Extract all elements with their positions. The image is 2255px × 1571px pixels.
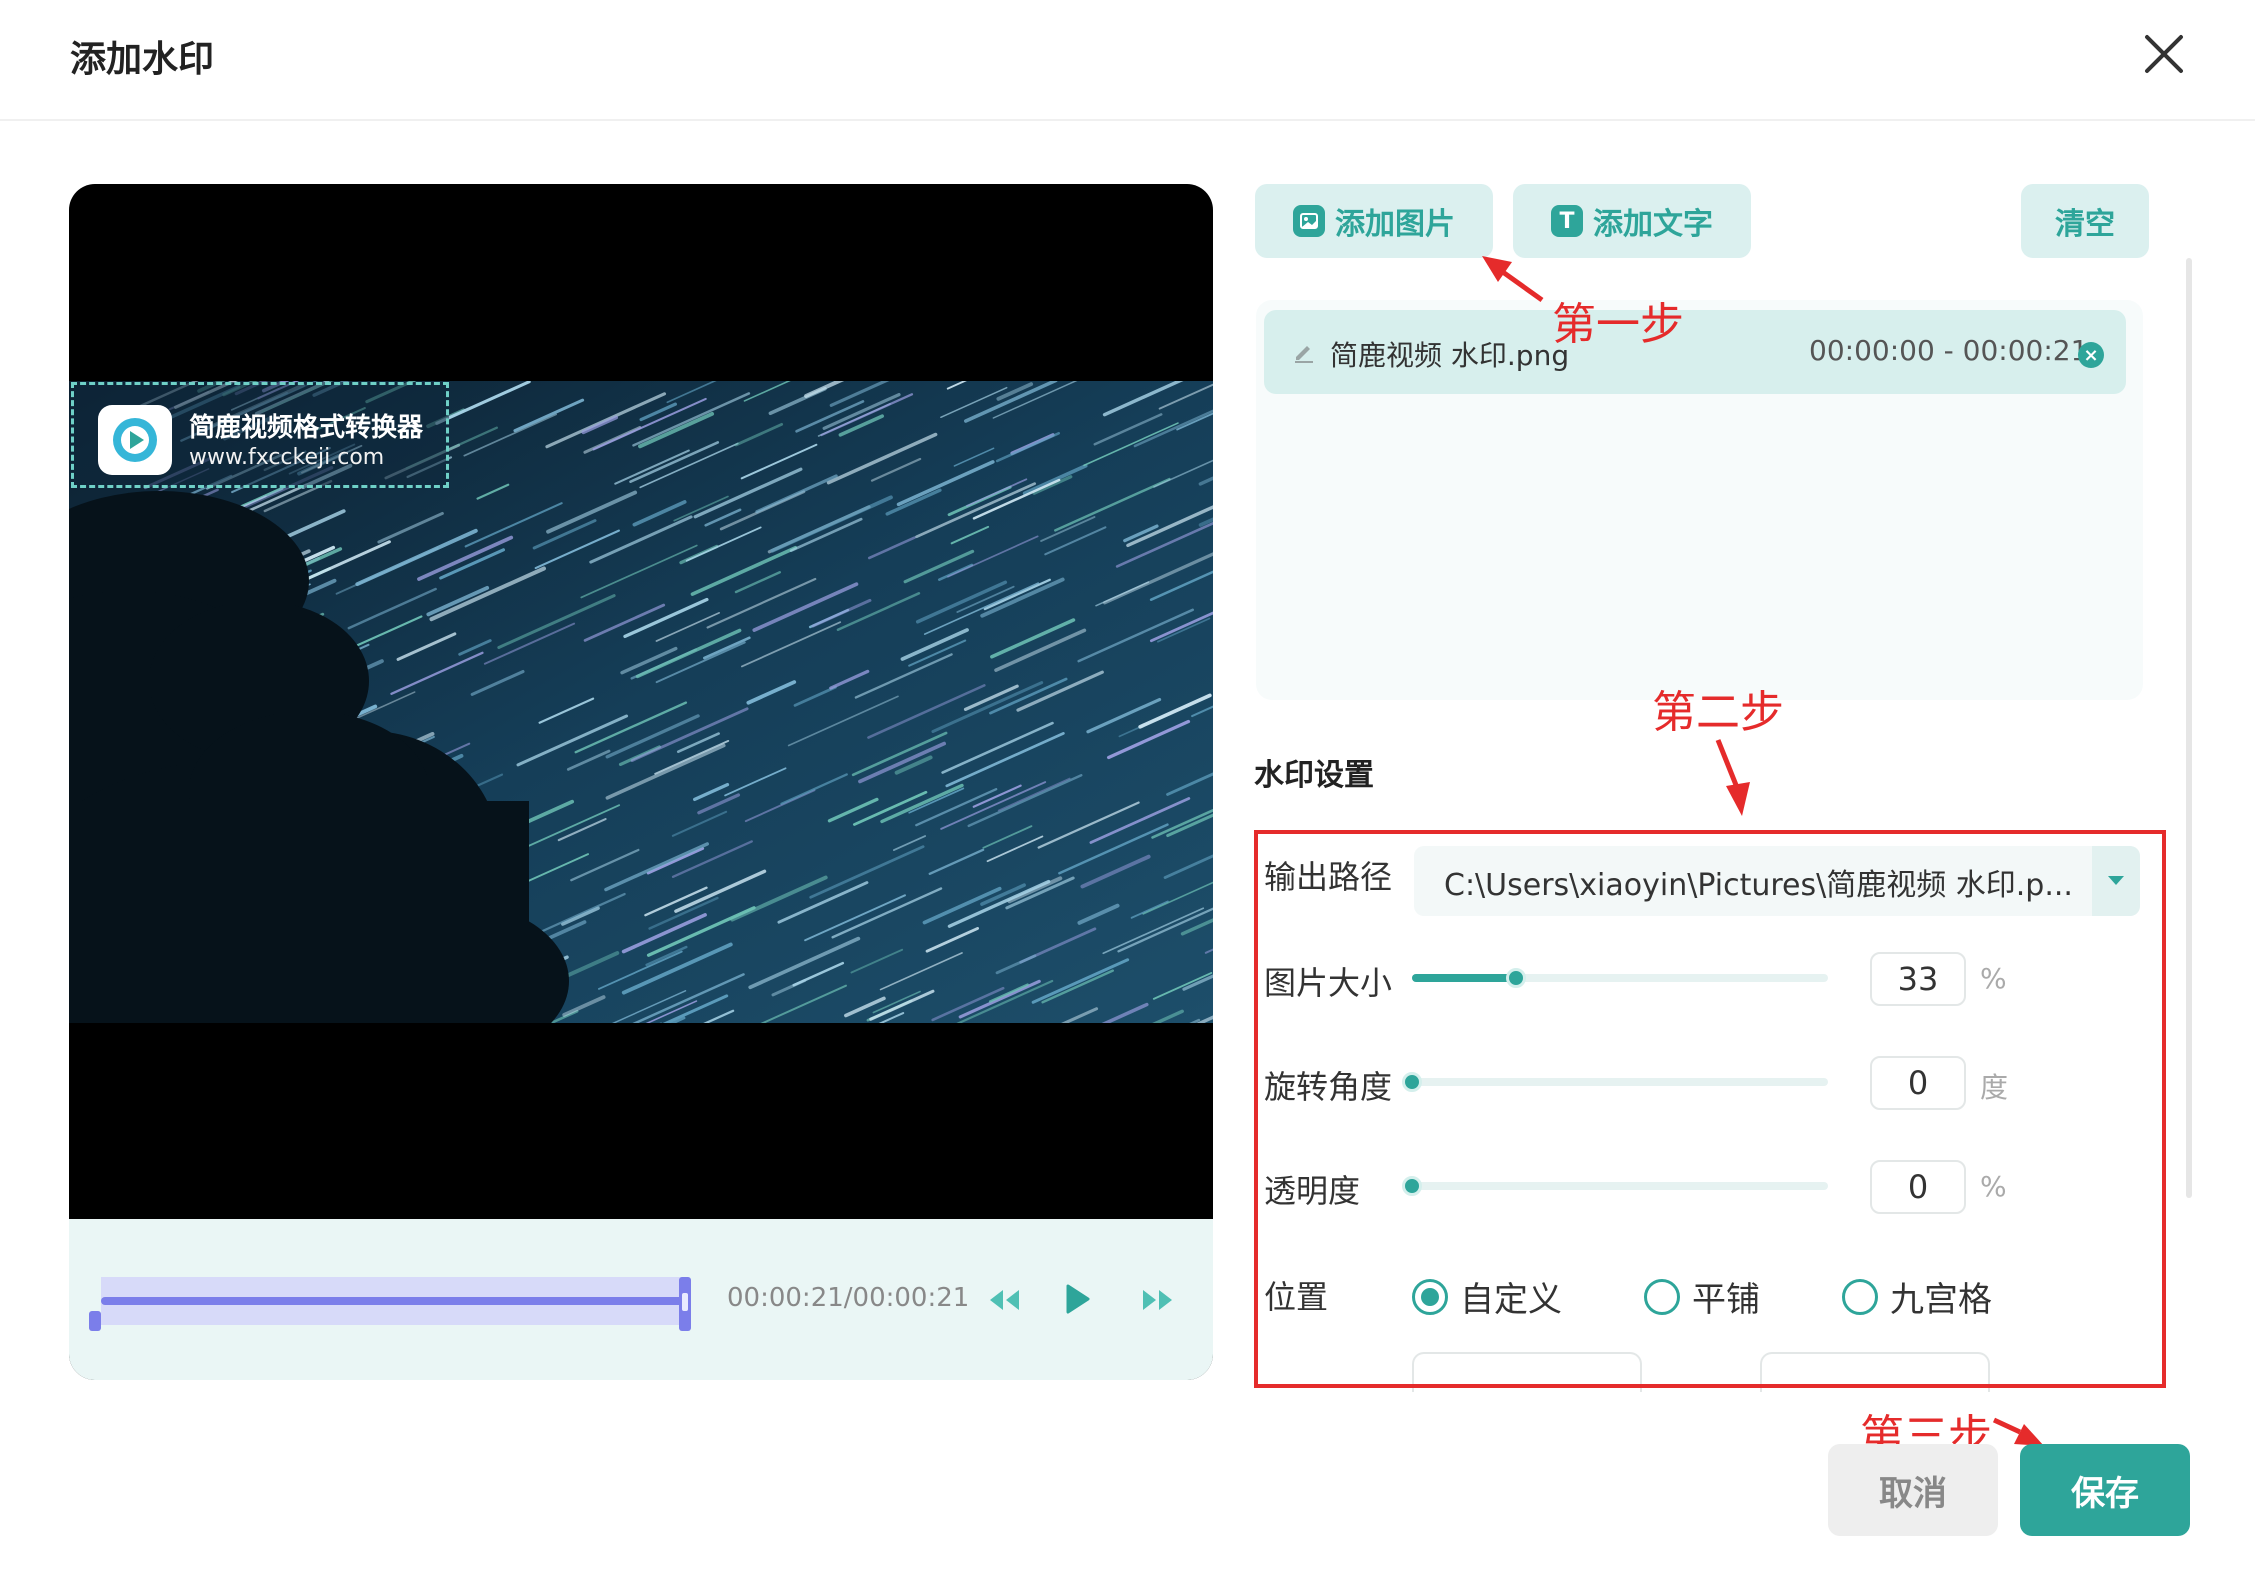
add-text-label: 添加文字	[1593, 199, 1713, 243]
playback-time: 00:00:21/00:00:21	[727, 1283, 969, 1313]
add-text-button[interactable]: T 添加文字	[1513, 184, 1751, 258]
trim-start-handle[interactable]	[89, 1311, 101, 1331]
watermark-list: 简鹿视频 水印.png 00:00:00 - 00:00:21 ×	[1256, 300, 2143, 700]
dialog-title: 添加水印	[70, 30, 214, 82]
trim-end-handle[interactable]	[679, 1277, 691, 1331]
remove-icon[interactable]: ×	[2078, 342, 2104, 368]
annotation-step2: 第二步	[1652, 676, 1784, 740]
text-icon: T	[1551, 205, 1583, 237]
add-image-label: 添加图片	[1335, 199, 1455, 243]
timeline-progress	[101, 1297, 686, 1305]
app-logo-icon	[98, 405, 172, 475]
watermark-overlay[interactable]: 简鹿视频格式转换器 www.fxcckeji.com	[71, 382, 449, 488]
scrollbar[interactable]	[2186, 258, 2192, 1198]
close-icon[interactable]	[2138, 28, 2190, 80]
list-item[interactable]: 简鹿视频 水印.png 00:00:00 - 00:00:21 ×	[1264, 310, 2126, 394]
section-title: 水印设置	[1254, 750, 1374, 794]
play-icon[interactable]	[1065, 1283, 1091, 1315]
cancel-button[interactable]: 取消	[1828, 1444, 1998, 1536]
annotation-highlight-box	[1254, 830, 2166, 1388]
fast-forward-icon[interactable]	[1141, 1287, 1175, 1313]
watermark-file-name: 简鹿视频 水印.png	[1330, 334, 1569, 374]
save-button[interactable]: 保存	[2020, 1444, 2190, 1536]
edit-icon[interactable]	[1292, 340, 1316, 364]
watermark-time-range: 00:00:00 - 00:00:21	[1809, 334, 2088, 367]
rewind-icon[interactable]	[987, 1287, 1021, 1313]
add-image-button[interactable]: 添加图片	[1255, 184, 1493, 258]
annotation-step1: 第一步	[1552, 288, 1684, 352]
image-icon	[1293, 205, 1325, 237]
clear-label: 清空	[2055, 199, 2115, 243]
clear-button[interactable]: 清空	[2021, 184, 2149, 258]
watermark-name: 简鹿视频格式转换器	[189, 407, 423, 444]
video-preview: 简鹿视频格式转换器 www.fxcckeji.com 00:00:21/00:0…	[69, 184, 1213, 1380]
dialog-header: 添加水印	[0, 0, 2255, 121]
watermark-url: www.fxcckeji.com	[189, 445, 384, 470]
playback-controls: 00:00:21/00:00:21	[69, 1219, 1213, 1380]
